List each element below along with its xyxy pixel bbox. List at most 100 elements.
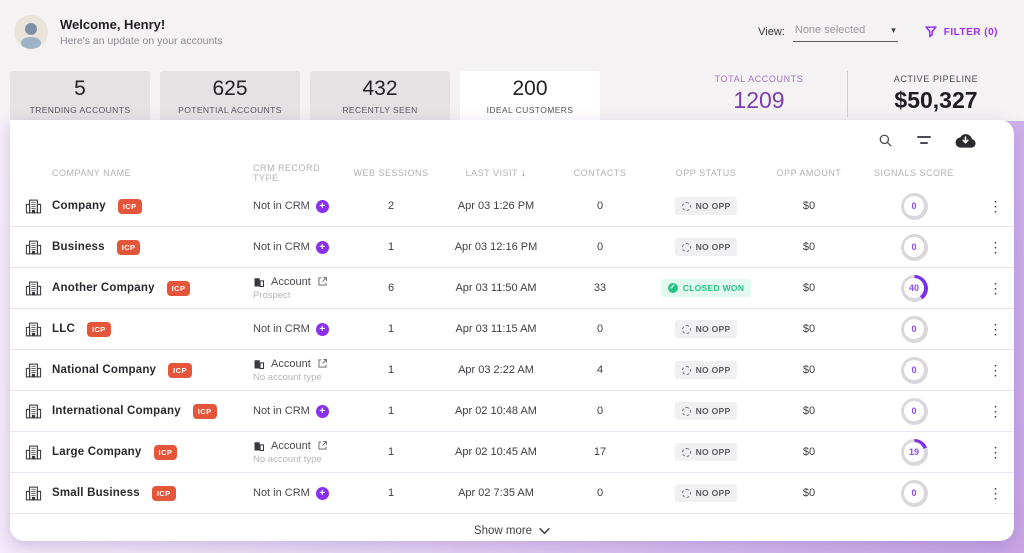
signals-score-cell: 0 — [851, 397, 977, 425]
opp-status-badge: NO OPP — [674, 484, 738, 502]
column-header-label: OPP STATUS — [675, 168, 737, 178]
company-cell: Business ICP — [10, 239, 253, 256]
building-icon — [25, 363, 42, 377]
column-header-opp-status[interactable]: OPP STATUS — [645, 168, 767, 178]
signals-score-value: 40 — [908, 283, 919, 293]
kebab-menu-icon[interactable]: ⋮ — [989, 403, 1003, 419]
building-icon — [25, 240, 42, 254]
crm-record-type: Account — [271, 357, 311, 370]
web-sessions-value: 1 — [387, 364, 395, 376]
column-header-opp-amount[interactable]: OPP AMOUNT — [767, 168, 851, 178]
show-more-button[interactable]: Show more — [10, 514, 1014, 548]
company-name[interactable]: Company — [52, 200, 106, 212]
column-header-label: OPP AMOUNT — [776, 168, 842, 178]
icp-badge: ICP — [86, 321, 111, 337]
building-icon — [25, 198, 42, 215]
external-link-icon[interactable] — [317, 276, 328, 287]
company-name[interactable]: Another Company — [52, 282, 155, 294]
view-select[interactable]: None selected ▾ — [792, 22, 898, 42]
company-name[interactable]: National Company — [52, 364, 156, 376]
column-header-contacts[interactable]: CONTACTS — [555, 168, 645, 178]
web-sessions-value: 1 — [387, 405, 395, 417]
kebab-menu-icon[interactable]: ⋮ — [989, 280, 1003, 296]
opp-status-badge: NO OPP — [674, 443, 738, 461]
external-link-icon[interactable] — [317, 440, 328, 451]
signals-score-cell: 0 — [851, 192, 977, 220]
external-link-icon[interactable] — [317, 440, 328, 451]
crm-record-line: Not in CRM + — [253, 322, 345, 336]
column-header-label: CRM RECORD TYPE — [253, 163, 320, 183]
column-header-signals-score[interactable]: SIGNALS SCORE — [851, 168, 977, 178]
opp-status-label: CLOSED WON — [682, 283, 745, 293]
table-row[interactable]: National Company ICP Account No account typ… — [10, 350, 1014, 391]
add-to-crm-icon[interactable]: + — [315, 240, 329, 254]
signals-score-value: 0 — [911, 324, 917, 334]
company-name[interactable]: Small Business — [52, 487, 140, 499]
tab-trending-accounts[interactable]: 5 TRENDING ACCOUNTS — [10, 71, 150, 121]
kebab-menu-icon[interactable]: ⋮ — [989, 444, 1003, 460]
account-record-icon — [253, 276, 265, 288]
opp-status-badge: NO OPP — [674, 361, 738, 379]
kebab-menu-icon[interactable]: ⋮ — [989, 239, 1003, 255]
table-row[interactable]: Small Business ICP Not in CRM +1 Apr 02 7:35… — [10, 473, 1014, 514]
tab-ideal-customers[interactable]: 200 IDEAL CUSTOMERS — [460, 71, 600, 121]
tab-potential-accounts[interactable]: 625 POTENTIAL ACCOUNTS — [160, 71, 300, 121]
building-icon — [25, 322, 42, 336]
filter-button[interactable]: FILTER (0) — [924, 25, 998, 39]
company-cell: National Company ICP — [10, 362, 253, 379]
last-visit-value: Apr 03 11:50 AM — [455, 282, 537, 294]
crm-record-line: Not in CRM + — [253, 486, 345, 500]
kebab-menu-icon[interactable]: ⋮ — [989, 485, 1003, 501]
chevron-down-icon: ▾ — [891, 24, 896, 35]
crm-record-type: Account — [271, 275, 311, 288]
accounts-table-card: COMPANY NAME CRM RECORD TYPE WEB SESSIONS L… — [10, 120, 1014, 541]
crm-record-cell: Not in CRM + — [253, 404, 345, 418]
column-header-last-visit[interactable]: LAST VISIT ↓ — [437, 168, 555, 179]
company-name[interactable]: LLC — [52, 323, 75, 335]
signals-score-value: 0 — [911, 406, 917, 416]
external-link-icon[interactable] — [317, 358, 328, 369]
tab-value: 625 — [212, 77, 248, 100]
crm-record-line: Account — [253, 358, 345, 370]
table-row[interactable]: Business ICP Not in CRM +1 Apr 03 12:16 PM 0 N… — [10, 227, 1014, 268]
column-header-web-sessions[interactable]: WEB SESSIONS — [345, 168, 437, 178]
table-row[interactable]: Another Company ICP Account Prospect 6 Apr 03… — [10, 268, 1014, 309]
add-to-crm-icon[interactable]: + — [315, 322, 329, 336]
sort-lines-icon[interactable] — [917, 136, 931, 144]
opp-status-cell: NO OPP — [645, 361, 767, 379]
external-link-icon[interactable] — [317, 358, 328, 369]
company-name[interactable]: International Company — [52, 405, 181, 417]
table-row[interactable]: Large Company ICP Account No account type 1 A… — [10, 432, 1014, 473]
signals-score-cell: 19 — [851, 438, 977, 466]
company-name[interactable]: Large Company — [52, 446, 142, 458]
tab-recently-seen[interactable]: 432 RECENTLY SEEN — [310, 71, 450, 121]
table-row[interactable]: Company ICP Not in CRM +2 Apr 03 1:26 PM 0 NO … — [10, 186, 1014, 227]
table-row[interactable]: LLC ICP Not in CRM +1 Apr 03 11:15 AM 0 NO OPP… — [10, 309, 1014, 350]
opp-status-cell: ✓ CLOSED WON — [645, 279, 767, 297]
kebab-menu-icon[interactable]: ⋮ — [989, 362, 1003, 378]
crm-record-cell: Not in CRM + — [253, 240, 345, 254]
signals-score-value: 19 — [908, 447, 919, 457]
cloud-download-icon[interactable] — [955, 133, 976, 148]
signals-score-value: 0 — [911, 365, 917, 375]
kebab-menu-icon[interactable]: ⋮ — [989, 321, 1003, 337]
table-row[interactable]: International Company ICP Not in CRM +1 Apr … — [10, 391, 1014, 432]
total-accounts-value: 1209 — [733, 87, 785, 113]
company-name[interactable]: Business — [52, 241, 105, 253]
crm-record-cell: Account No account type — [253, 358, 345, 383]
building-icon — [25, 445, 42, 459]
view-label: View: — [758, 26, 785, 38]
last-visit-value: Apr 03 12:16 PM — [454, 241, 538, 253]
kebab-menu-icon[interactable]: ⋮ — [989, 198, 1003, 214]
add-to-crm-icon[interactable]: + — [315, 486, 329, 500]
external-link-icon[interactable] — [317, 276, 328, 287]
crm-record-type: Not in CRM — [253, 405, 310, 417]
column-header-company-name[interactable]: COMPANY NAME — [10, 168, 253, 178]
welcome-title: Welcome, Henry! — [60, 17, 166, 32]
add-to-crm-icon[interactable]: + — [315, 199, 329, 213]
table-header-row: COMPANY NAME CRM RECORD TYPE WEB SESSIONS L… — [10, 160, 1014, 186]
search-icon[interactable] — [878, 133, 893, 148]
add-to-crm-icon[interactable]: + — [315, 404, 329, 418]
last-visit-value: Apr 03 2:22 AM — [458, 364, 534, 376]
column-header-crm-record-type[interactable]: CRM RECORD TYPE — [253, 163, 345, 183]
